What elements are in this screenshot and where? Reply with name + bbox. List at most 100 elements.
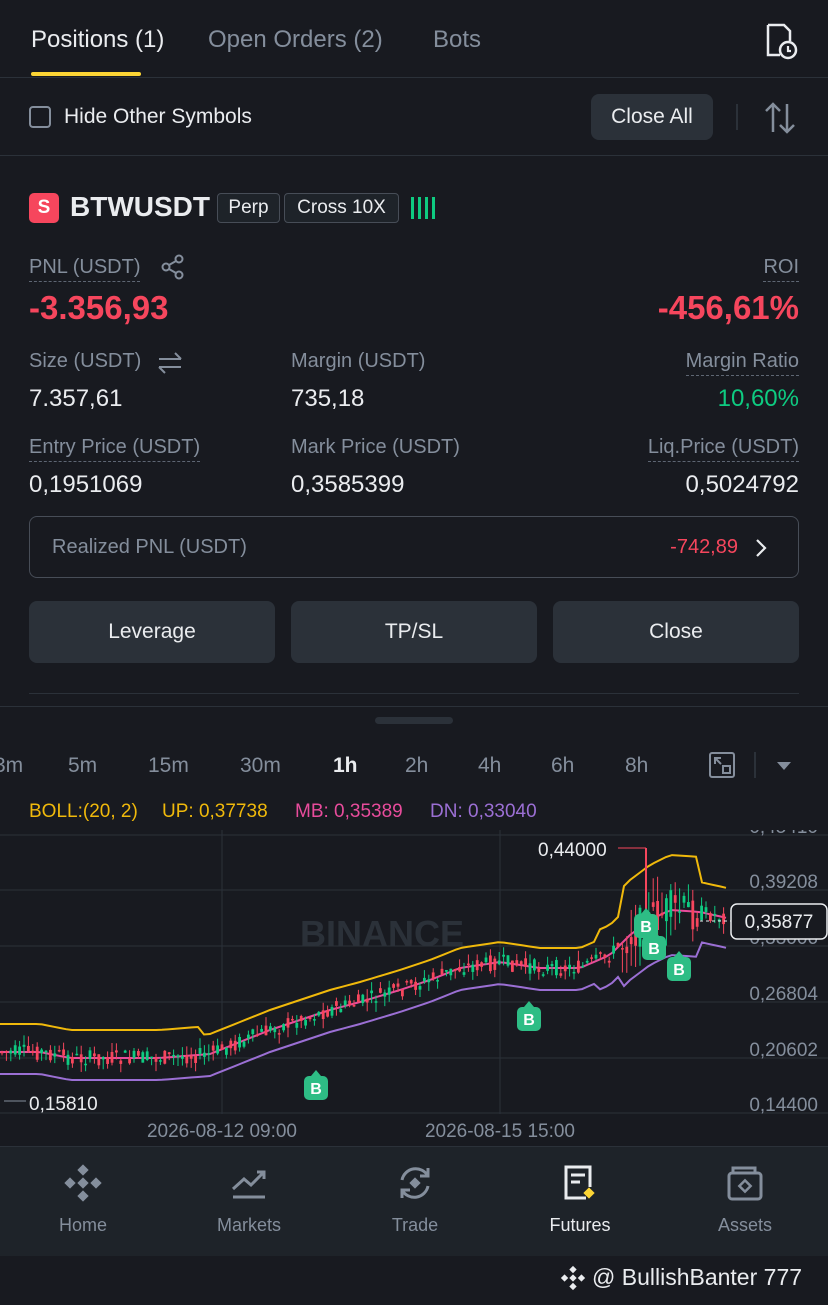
nav-markets-label: Markets xyxy=(216,1215,281,1235)
candle-body xyxy=(533,959,536,971)
candle-body xyxy=(317,1011,321,1016)
tab-bots[interactable]: Bots xyxy=(433,26,481,54)
hide-other-symbols-checkbox[interactable] xyxy=(29,106,51,128)
candle-body xyxy=(176,1055,180,1058)
dropdown-arrow-icon[interactable] xyxy=(775,760,793,772)
swap-units-icon[interactable] xyxy=(157,351,183,375)
candle-body xyxy=(27,1045,30,1052)
current-price-tag: 0,35877 xyxy=(730,903,828,940)
candle-body xyxy=(5,1051,8,1053)
symbol-name[interactable]: BTWUSDT xyxy=(70,191,210,223)
nav-trade[interactable]: Trade xyxy=(332,1147,498,1257)
candle-body xyxy=(277,1033,281,1035)
size-value: 7.357,61 xyxy=(29,385,123,412)
candle-body xyxy=(44,1050,48,1053)
nav-assets[interactable]: Assets xyxy=(662,1147,828,1257)
candle-body xyxy=(247,1034,250,1039)
boll-upper-value: UP: 0,37738 xyxy=(162,801,268,822)
candle-body xyxy=(321,1010,325,1020)
margin-mode-tag[interactable]: Cross 10X xyxy=(284,193,399,223)
timeframe-5m[interactable]: 5m xyxy=(68,754,97,778)
nav-futures[interactable]: Futures xyxy=(497,1147,663,1257)
tab-open-orders[interactable]: Open Orders (2) xyxy=(208,26,383,54)
candle-body xyxy=(238,1037,241,1048)
candle-body xyxy=(484,957,488,963)
chevron-right-icon xyxy=(756,539,767,557)
timeframe-15m[interactable]: 15m xyxy=(148,754,189,778)
nav-home-label: Home xyxy=(58,1215,107,1235)
mark-price-label: Mark Price (USDT) xyxy=(291,436,460,458)
candle-body xyxy=(704,907,708,913)
candle-body xyxy=(555,960,558,976)
candle-body xyxy=(401,989,404,997)
sort-icon[interactable] xyxy=(762,100,798,136)
candle-body xyxy=(392,984,395,988)
candle-body xyxy=(207,1053,211,1055)
candle-body xyxy=(673,895,677,903)
nav-markets[interactable]: Markets xyxy=(166,1147,332,1257)
candle-body xyxy=(343,1000,347,1006)
candle-body xyxy=(612,945,615,954)
timeframe-3m[interactable]: 3m xyxy=(0,754,23,778)
candle-body xyxy=(194,1055,197,1063)
candle-body xyxy=(229,1040,233,1049)
candle-body xyxy=(511,960,514,972)
pnl-label: PNL (USDT) xyxy=(29,256,141,282)
binance-logo-icon xyxy=(64,1164,102,1202)
nav-futures-label: Futures xyxy=(549,1215,611,1235)
svg-text:0,35877: 0,35877 xyxy=(745,912,814,933)
nav-assets-label: Assets xyxy=(717,1215,773,1235)
candle-body xyxy=(88,1050,92,1059)
candle-body xyxy=(18,1046,21,1055)
timeframe-2h[interactable]: 2h xyxy=(405,754,428,778)
buy-marker[interactable]: B xyxy=(304,1070,328,1100)
realized-pnl-row[interactable]: Realized PNL (USDT) -742,89 xyxy=(29,516,799,578)
candle-body xyxy=(62,1049,65,1056)
close-position-button[interactable]: Close xyxy=(553,601,799,663)
timeframe-1h[interactable]: 1h xyxy=(333,754,358,778)
close-all-button[interactable]: Close All xyxy=(591,94,713,140)
candle-body xyxy=(365,998,369,1003)
candle-body xyxy=(440,968,444,975)
candle-body xyxy=(282,1024,285,1031)
drag-handle[interactable] xyxy=(375,717,453,724)
entry-price-label: Entry Price (USDT) xyxy=(29,436,201,462)
candle-body xyxy=(669,890,673,917)
candle-body xyxy=(269,1026,272,1031)
order-history-icon[interactable] xyxy=(762,22,798,60)
candle-body xyxy=(629,937,633,945)
chart-grid xyxy=(0,830,828,1114)
candle-body xyxy=(31,1050,35,1053)
timeframe-30m[interactable]: 30m xyxy=(240,754,281,778)
tab-positions[interactable]: Positions (1) xyxy=(31,26,164,54)
candle-body xyxy=(330,1006,334,1016)
leverage-button[interactable]: Leverage xyxy=(29,601,275,663)
candle-body xyxy=(348,1000,351,1006)
expand-chart-icon[interactable] xyxy=(708,751,736,779)
mark-price-value: 0,3585399 xyxy=(291,471,405,498)
timeframe-6h[interactable]: 6h xyxy=(551,754,574,778)
candlestick-chart[interactable]: BINANCE BBBBB 0,454100,392080,330060,268… xyxy=(0,830,828,1145)
candle-body xyxy=(502,954,505,957)
candle-body xyxy=(590,957,593,959)
divider xyxy=(29,693,799,694)
tpsl-button[interactable]: TP/SL xyxy=(291,601,537,663)
timeframe-4h[interactable]: 4h xyxy=(478,754,501,778)
hide-other-symbols-label[interactable]: Hide Other Symbols xyxy=(64,105,252,129)
candle-body xyxy=(352,1004,356,1007)
candle-body xyxy=(185,1055,189,1064)
candle-body xyxy=(396,983,400,987)
candle-body xyxy=(480,962,483,967)
candle-body xyxy=(326,1009,329,1017)
nav-home[interactable]: Home xyxy=(0,1147,166,1257)
liq-price-value: 0,5024792 xyxy=(685,471,799,498)
buy-marker[interactable]: B xyxy=(517,1001,541,1031)
candle-body xyxy=(546,964,549,971)
candle-body xyxy=(445,969,448,972)
timeframe-8h[interactable]: 8h xyxy=(625,754,648,778)
nav-trade-label: Trade xyxy=(391,1215,439,1235)
share-icon[interactable] xyxy=(160,254,186,280)
candle-body xyxy=(145,1051,149,1060)
candle-body xyxy=(700,905,703,920)
signal-bars-icon xyxy=(411,197,435,219)
